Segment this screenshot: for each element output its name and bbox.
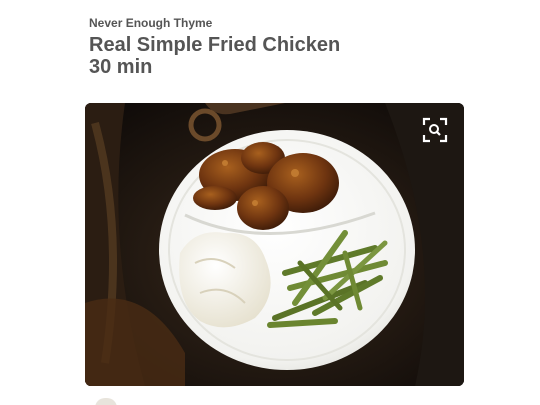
zoom-image-button[interactable] — [420, 115, 450, 145]
magnify-expand-icon — [422, 117, 448, 143]
pin-title-block: Real Simple Fried Chicken 30 min — [89, 34, 340, 78]
pin-source[interactable]: Never Enough Thyme — [89, 16, 212, 30]
next-item-peek — [95, 398, 117, 405]
pin-page: Never Enough Thyme Real Simple Fried Chi… — [0, 0, 540, 405]
recipe-time: 30 min — [89, 56, 153, 78]
recipe-photo[interactable] — [85, 103, 464, 386]
food-photo-illustration — [85, 103, 464, 386]
recipe-title: Real Simple Fried Chicken — [89, 34, 341, 56]
